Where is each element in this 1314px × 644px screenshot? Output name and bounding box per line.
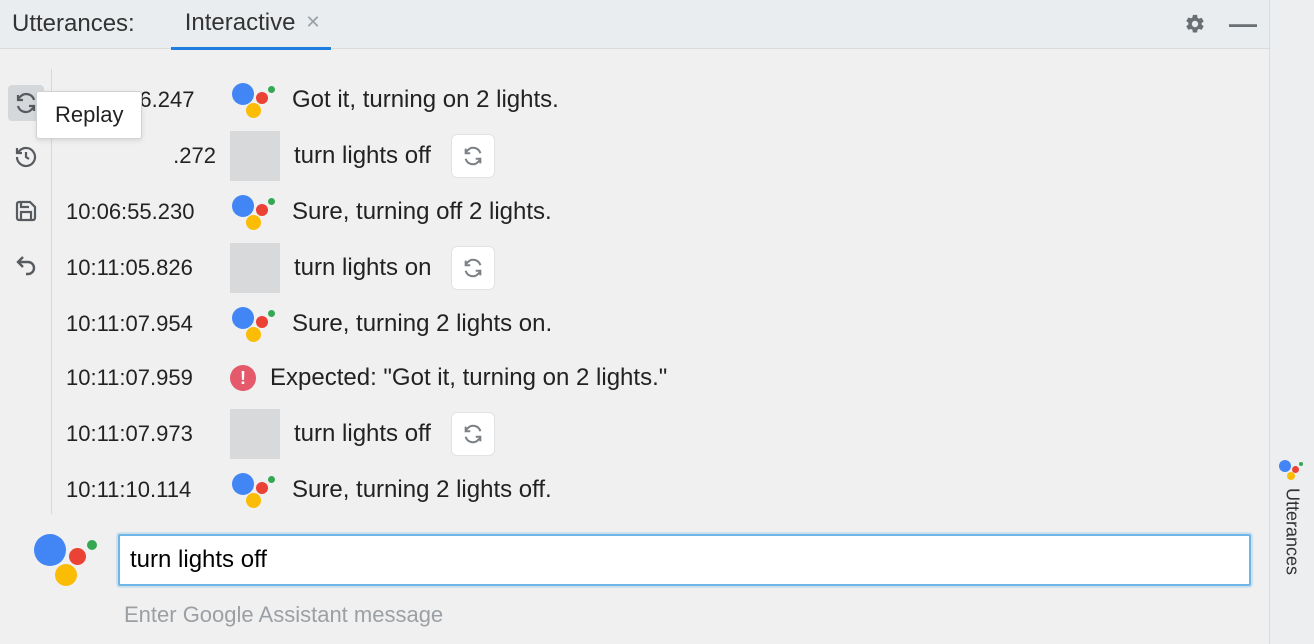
log-row: 10:11:10.114 Sure, turning 2 lights off. [66,467,1249,513]
log-row: .272 turn lights off [66,131,1249,181]
row-replay-button[interactable] [451,246,495,290]
tab-interactive[interactable]: Interactive ✕ [171,0,331,50]
assistant-icon [1279,460,1305,482]
input-bar: Enter Google Assistant message [0,514,1269,644]
log-row: 10:04:36.247 Got it, turning on 2 lights… [66,77,1249,123]
user-avatar [230,131,280,181]
input-placeholder: Enter Google Assistant message [124,602,1251,628]
assistant-message: Sure, turning off 2 lights. [292,198,552,226]
gear-icon[interactable] [1181,10,1209,38]
expected-message: Expected: "Got it, turning on 2 lights." [270,364,667,392]
history-button[interactable] [8,139,44,175]
conversation-log: 10:04:36.247 Got it, turning on 2 lights… [52,49,1269,514]
assistant-message: Sure, turning 2 lights off. [292,476,552,504]
assistant-icon [32,532,102,588]
assistant-icon [230,304,278,344]
assistant-icon [230,470,278,510]
log-row: 10:11:07.973 turn lights off [66,409,1249,459]
timestamp: 10:11:07.954 [66,311,216,337]
log-row: 10:06:55.230 Sure, turning off 2 lights. [66,189,1249,235]
user-message: turn lights off [294,420,431,448]
side-panel-label: Utterances [1282,488,1303,575]
user-message: turn lights on [294,254,431,282]
user-avatar [230,243,280,293]
error-icon: ! [230,365,256,391]
replay-tooltip: Replay [36,91,142,139]
panel-title: Utterances: [12,10,135,38]
timestamp: 10:11:07.959 [66,365,216,391]
assistant-icon [230,192,278,232]
user-avatar [230,409,280,459]
timestamp: 10:11:05.826 [66,255,216,281]
undo-button[interactable] [8,247,44,283]
timestamp: .272 [66,143,216,169]
save-button[interactable] [8,193,44,229]
user-message: turn lights off [294,142,431,170]
side-panel-utterances[interactable]: Utterances [1269,0,1314,644]
assistant-message: Sure, turning 2 lights on. [292,310,552,338]
assistant-icon [230,80,278,120]
log-row: 10:11:07.959 ! Expected: "Got it, turnin… [66,355,1249,401]
assistant-message: Got it, turning on 2 lights. [292,86,559,114]
timestamp: 10:11:10.114 [66,477,216,503]
row-replay-button[interactable] [451,134,495,178]
minimize-icon[interactable]: — [1229,10,1257,38]
row-replay-button[interactable] [451,412,495,456]
timestamp: 10:06:55.230 [66,199,216,225]
tab-label: Interactive [185,9,296,37]
log-row: 10:11:05.826 turn lights on [66,243,1249,293]
close-icon[interactable]: ✕ [305,12,320,33]
tab-bar: Utterances: Interactive ✕ — [0,0,1269,49]
log-row: 10:11:07.954 Sure, turning 2 lights on. [66,301,1249,347]
timestamp: 10:11:07.973 [66,421,216,447]
message-input[interactable] [118,534,1251,586]
gutter-toolbar: Replay [0,49,52,514]
